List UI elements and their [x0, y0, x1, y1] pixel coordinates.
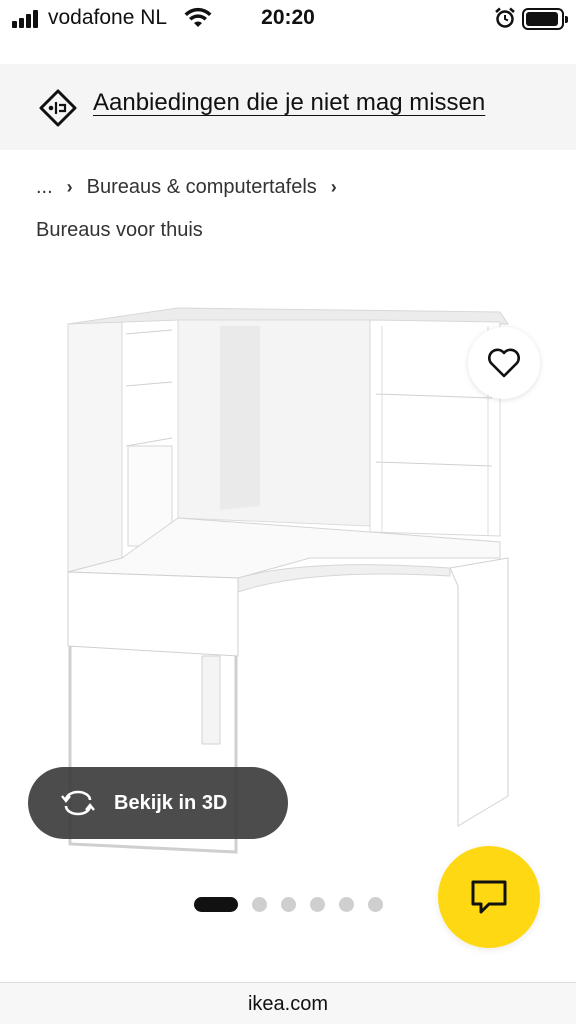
alarm-icon: [495, 7, 515, 28]
carousel-dot[interactable]: [281, 897, 296, 912]
carousel-dot[interactable]: [339, 897, 354, 912]
rotate-3d-icon: [61, 790, 95, 816]
promo-banner[interactable]: Aanbiedingen die je niet mag missen: [0, 64, 576, 150]
breadcrumb-ellipsis[interactable]: ...: [36, 176, 53, 199]
offer-tag-icon: [39, 89, 77, 127]
carousel-indicator: [194, 897, 397, 912]
carousel-dot-active[interactable]: [194, 897, 238, 912]
clock-time: 20:20: [261, 6, 315, 29]
chevron-right-icon: ›: [66, 177, 73, 197]
chat-icon: [471, 880, 507, 914]
heart-icon: [488, 348, 520, 378]
url-text: ikea.com: [247, 993, 329, 1015]
wishlist-button[interactable]: [468, 327, 540, 399]
battery-icon: [522, 8, 568, 30]
view-3d-label: Bekijk in 3D: [114, 791, 228, 814]
carousel-dot[interactable]: [368, 897, 383, 912]
status-bar: vodafone NL 20:20: [0, 0, 576, 40]
browser-url-bar[interactable]: ikea.com: [0, 982, 576, 1024]
chevron-right-icon: ›: [330, 177, 337, 197]
promo-link[interactable]: Aanbiedingen die je niet mag missen: [93, 89, 485, 117]
chat-button[interactable]: [438, 846, 540, 948]
carousel-dot[interactable]: [310, 897, 325, 912]
breadcrumb-item-desks[interactable]: Bureaus & computertafels: [87, 176, 317, 199]
breadcrumb: ... › Bureaus & computertafels ›: [36, 176, 351, 199]
breadcrumb-item-home-desks[interactable]: Bureaus voor thuis: [36, 219, 203, 242]
carousel-dot[interactable]: [252, 897, 267, 912]
view-3d-button[interactable]: Bekijk in 3D: [28, 767, 288, 839]
